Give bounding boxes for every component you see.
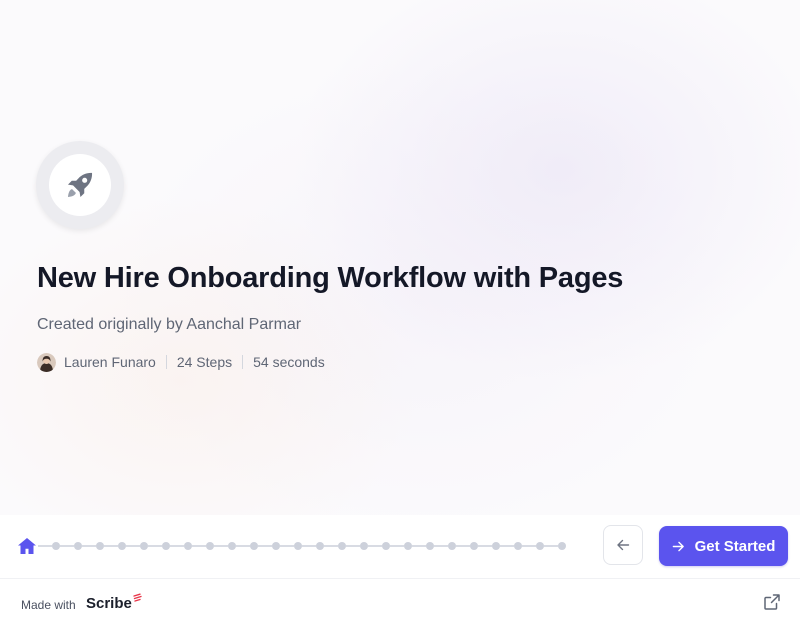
progress-connector bbox=[192, 545, 206, 547]
progress-step-dot[interactable] bbox=[96, 542, 104, 550]
made-with-label: Made with bbox=[21, 598, 76, 612]
guide-meta: Lauren Funaro 24 Steps 54 seconds bbox=[37, 352, 325, 372]
brand-name: Scribe bbox=[86, 595, 132, 612]
step-progress bbox=[16, 536, 566, 556]
scribe-logo[interactable]: Scribe bbox=[86, 593, 142, 612]
progress-connector bbox=[60, 545, 74, 547]
progress-step-dot[interactable] bbox=[558, 542, 566, 550]
progress-step-dot[interactable] bbox=[536, 542, 544, 550]
progress-connector bbox=[126, 545, 140, 547]
progress-connector bbox=[104, 545, 118, 547]
progress-step-dot[interactable] bbox=[382, 542, 390, 550]
progress-connector bbox=[522, 545, 536, 547]
page-title: New Hire Onboarding Workflow with Pages bbox=[37, 262, 624, 294]
home-step[interactable] bbox=[16, 536, 38, 556]
get-started-button[interactable]: Get Started bbox=[659, 526, 788, 566]
divider bbox=[242, 355, 244, 369]
progress-connector bbox=[148, 545, 162, 547]
arrow-left-icon bbox=[617, 539, 630, 551]
progress-step-dot[interactable] bbox=[52, 542, 60, 550]
progress-connector bbox=[456, 545, 470, 547]
progress-step-dot[interactable] bbox=[140, 542, 148, 550]
progress-connector bbox=[236, 545, 250, 547]
guide-logo bbox=[36, 141, 124, 229]
progress-connector bbox=[500, 545, 514, 547]
progress-step-dot[interactable] bbox=[492, 542, 500, 550]
external-link-icon bbox=[764, 594, 780, 610]
progress-step-dot[interactable] bbox=[448, 542, 456, 550]
progress-connector bbox=[38, 545, 52, 547]
progress-step-dot[interactable] bbox=[272, 542, 280, 550]
progress-connector bbox=[324, 545, 338, 547]
rocket-icon bbox=[67, 172, 93, 198]
divider bbox=[165, 355, 167, 369]
progress-step-dot[interactable] bbox=[404, 542, 412, 550]
duration: 54 seconds bbox=[253, 354, 325, 370]
arrow-right-icon bbox=[672, 541, 684, 551]
progress-connector bbox=[280, 545, 294, 547]
scribe-mark-icon bbox=[133, 593, 142, 602]
progress-connector bbox=[82, 545, 96, 547]
progress-connector bbox=[544, 545, 558, 547]
progress-connector bbox=[390, 545, 404, 547]
progress-step-dot[interactable] bbox=[338, 542, 346, 550]
progress-step-dot[interactable] bbox=[470, 542, 478, 550]
progress-connector bbox=[258, 545, 272, 547]
back-button[interactable] bbox=[603, 525, 643, 565]
progress-step-dot[interactable] bbox=[162, 542, 170, 550]
progress-step-dot[interactable] bbox=[250, 542, 258, 550]
progress-step-dot[interactable] bbox=[294, 542, 302, 550]
progress-step-dot[interactable] bbox=[228, 542, 236, 550]
progress-connector bbox=[478, 545, 492, 547]
home-icon bbox=[18, 538, 36, 554]
progress-connector bbox=[170, 545, 184, 547]
progress-connector bbox=[368, 545, 382, 547]
progress-step-dot[interactable] bbox=[74, 542, 82, 550]
avatar bbox=[37, 352, 56, 372]
progress-step-dot[interactable] bbox=[118, 542, 126, 550]
progress-step-dot[interactable] bbox=[206, 542, 214, 550]
progress-connector bbox=[214, 545, 228, 547]
author-name: Lauren Funaro bbox=[64, 354, 156, 370]
progress-connector bbox=[346, 545, 360, 547]
progress-step-dot[interactable] bbox=[184, 542, 192, 550]
hero-section: New Hire Onboarding Workflow with Pages … bbox=[0, 0, 800, 515]
step-count: 24 Steps bbox=[176, 354, 233, 370]
progress-step-dot[interactable] bbox=[360, 542, 368, 550]
open-external-button[interactable] bbox=[763, 593, 781, 611]
progress-step-dot[interactable] bbox=[316, 542, 324, 550]
footer: Made with Scribe bbox=[0, 578, 800, 619]
progress-connector bbox=[434, 545, 448, 547]
progress-step-dot[interactable] bbox=[426, 542, 434, 550]
progress-connector bbox=[302, 545, 316, 547]
progress-connector bbox=[412, 545, 426, 547]
subtitle: Created originally by Aanchal Parmar bbox=[37, 316, 302, 333]
get-started-label: Get Started bbox=[694, 537, 776, 555]
progress-step-dot[interactable] bbox=[514, 542, 522, 550]
